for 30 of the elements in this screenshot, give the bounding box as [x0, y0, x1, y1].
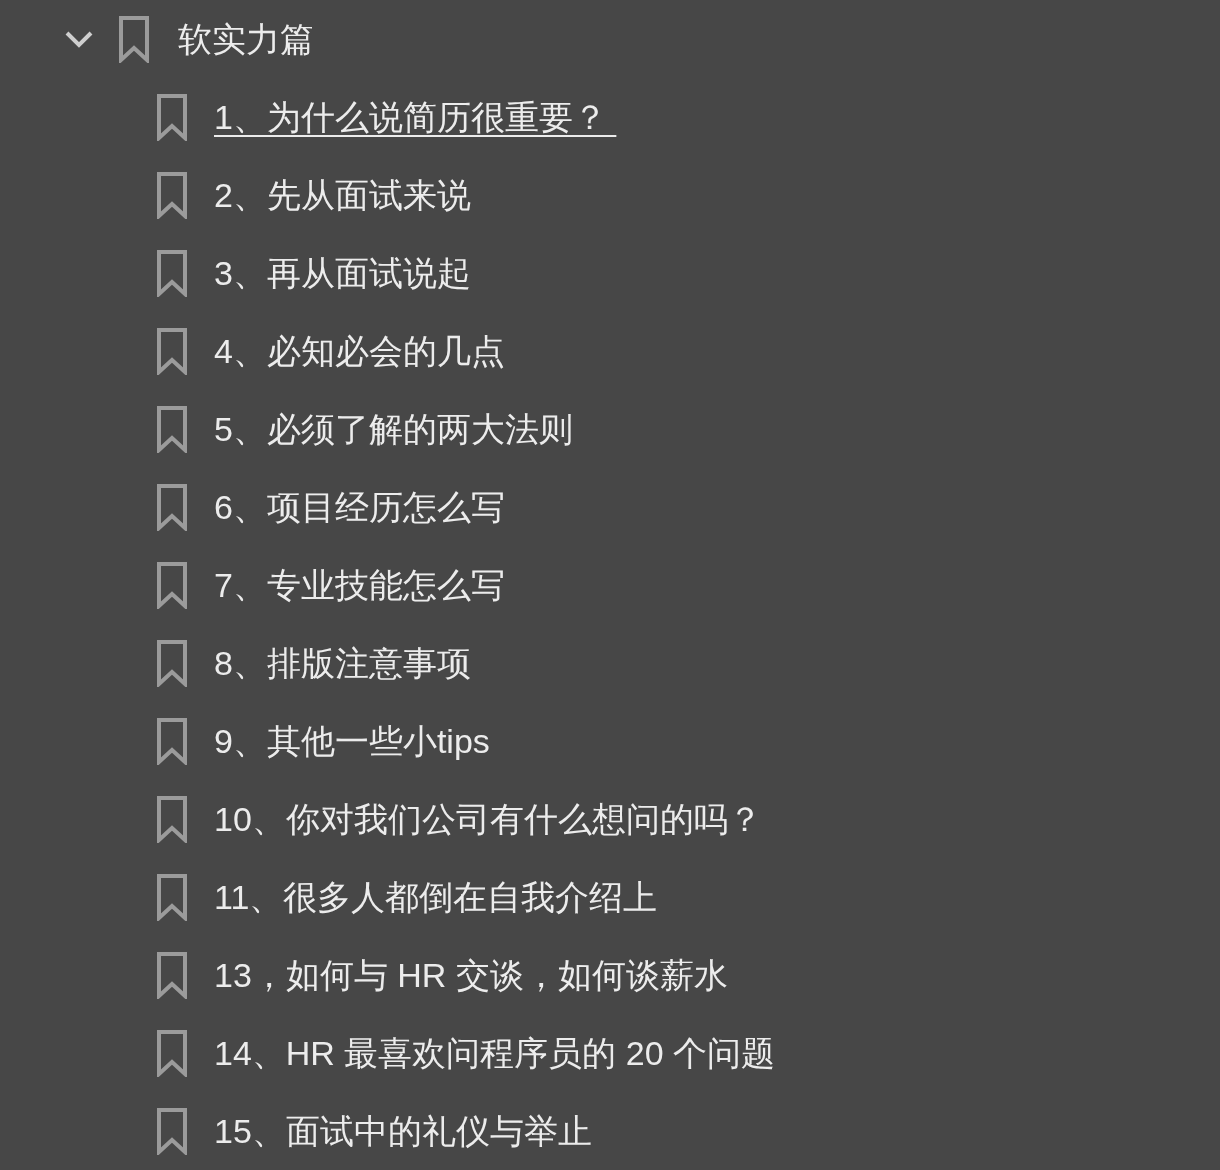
bookmark-icon: [156, 483, 188, 531]
bookmark-title[interactable]: 11、很多人都倒在自我介绍上: [214, 871, 658, 923]
bookmark-title[interactable]: 10、你对我们公司有什么想问的吗？: [214, 793, 762, 845]
bookmark-icon: [156, 171, 188, 219]
bookmark-icon: [156, 639, 188, 687]
bookmark-title[interactable]: 软实力篇: [178, 13, 314, 65]
bookmark-icon: [156, 1029, 188, 1077]
bookmark-icon: [156, 951, 188, 999]
bookmark-title[interactable]: 7、专业技能怎么写: [214, 559, 505, 611]
bookmark-title[interactable]: 4、必知必会的几点: [214, 325, 505, 377]
bookmark-icon: [118, 15, 150, 63]
bookmark-title[interactable]: 15、面试中的礼仪与举止: [214, 1105, 592, 1157]
bookmark-title[interactable]: 3、再从面试说起: [214, 247, 471, 299]
bookmark-icon: [156, 561, 188, 609]
bookmark-title[interactable]: 1、为什么说简历很重要？: [214, 91, 617, 143]
bookmark-title[interactable]: 5、必须了解的两大法则: [214, 403, 573, 455]
bookmark-icon: [156, 249, 188, 297]
bookmark-title[interactable]: 9、其他一些小tips: [214, 715, 490, 767]
bookmark-icon: [156, 405, 188, 453]
bookmark-title[interactable]: 8、排版注意事项: [214, 637, 471, 689]
bookmark-title[interactable]: 13，如何与 HR 交谈，如何谈薪水: [214, 949, 728, 1001]
bookmark-title[interactable]: 6、项目经历怎么写: [214, 481, 505, 533]
bookmark-icon: [156, 717, 188, 765]
bookmark-title[interactable]: 2、先从面试来说: [214, 169, 471, 221]
bookmark-icon: [156, 795, 188, 843]
bookmark-icon: [156, 327, 188, 375]
bookmark-icon: [156, 873, 188, 921]
bookmark-icon: [156, 1107, 188, 1155]
bookmark-title[interactable]: 14、HR 最喜欢问程序员的 20 个问题: [214, 1027, 776, 1079]
bookmark-icon: [156, 93, 188, 141]
